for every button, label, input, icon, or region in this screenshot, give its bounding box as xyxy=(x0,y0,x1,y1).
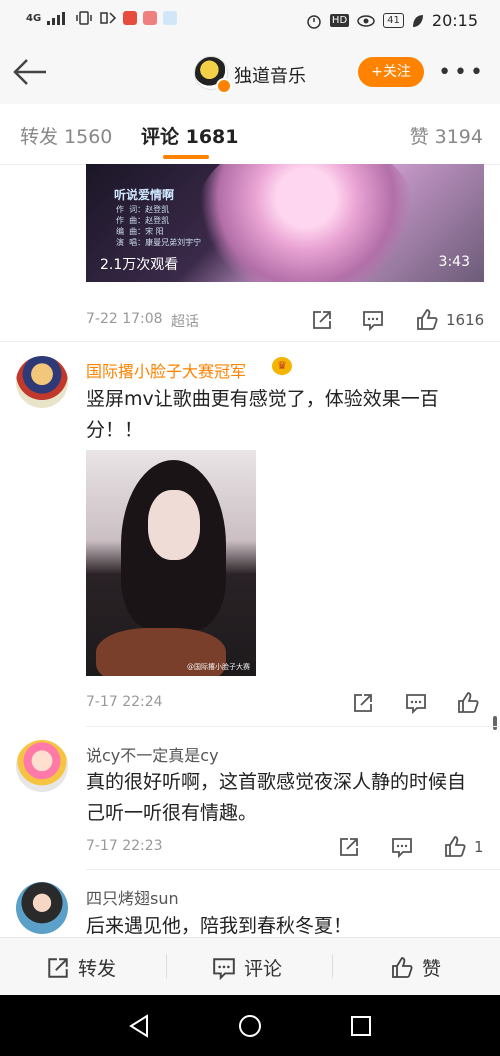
tab-repost[interactable]: 转发 1560 xyxy=(20,122,112,149)
separator xyxy=(332,954,333,978)
video-title-overlay: 听说爱情啊 xyxy=(114,188,175,202)
comment-timestamp: 7-17 22:24 xyxy=(86,694,163,710)
share-icon[interactable] xyxy=(338,836,360,858)
divider xyxy=(86,869,500,870)
post-like-count: 1616 xyxy=(446,311,485,329)
eye-icon xyxy=(357,14,375,27)
commenter-avatar[interactable] xyxy=(16,740,68,792)
commenter-avatar[interactable] xyxy=(16,356,68,408)
like-button[interactable]: 赞 xyxy=(390,954,441,981)
photo-face xyxy=(148,490,200,560)
commenter-name[interactable]: 说cy不一定真是cy xyxy=(86,742,219,766)
comment-text: 竖屏mv让歌曲更有感觉了，体验效果一百分！！ xyxy=(86,388,439,441)
tab-comment[interactable]: 评论 1681 xyxy=(141,122,239,149)
scrollbar-indicator[interactable] xyxy=(493,716,497,730)
app-notification-icon xyxy=(143,11,158,25)
comment-like-count: 1 xyxy=(474,838,484,856)
battery-indicator: 41 xyxy=(383,13,404,28)
app-notification-icon xyxy=(123,11,138,25)
share-icon xyxy=(48,957,68,978)
video-thumbnail[interactable]: 听说爱情啊 作 词：赵登凯 作 曲：赵登凯 编 曲：宋 阳 演 唱：康曼兄弟刘宇… xyxy=(86,164,484,282)
comment-label: 评论 xyxy=(244,958,283,980)
network-type: 4G xyxy=(26,12,42,24)
nav-home-button[interactable] xyxy=(237,1013,263,1039)
back-arrow-icon xyxy=(13,59,46,85)
status-left: 4G xyxy=(26,11,178,25)
like-label: 赞 xyxy=(422,958,442,980)
nav-back-button[interactable] xyxy=(126,1013,152,1039)
video-view-count: 2.1万次观看 xyxy=(100,257,179,273)
commenter-name[interactable]: 国际撂小脸子大赛冠军 xyxy=(86,358,246,382)
clock: 20:15 xyxy=(431,11,478,30)
comment-photo[interactable]: @国际撂小脸子大赛 xyxy=(86,450,256,676)
photo-watermark: @国际撂小脸子大赛 xyxy=(187,663,250,671)
tab-bar: 转发 1560 评论 1681 赞 3194 xyxy=(0,104,500,165)
repost-label: 转发 xyxy=(78,958,117,980)
post-source[interactable]: 超话 xyxy=(171,311,199,331)
comment-icon xyxy=(213,957,235,980)
comment-icon[interactable] xyxy=(391,836,413,859)
account-name[interactable]: 独道音乐 xyxy=(234,62,306,88)
bottom-action-bar: 转发 评论 赞 xyxy=(0,937,500,996)
comment-button[interactable]: 评论 xyxy=(212,954,282,981)
hd-indicator: HD xyxy=(329,14,350,27)
ear-icon xyxy=(100,12,117,24)
share-icon[interactable] xyxy=(352,692,374,714)
thumbs-up-icon[interactable] xyxy=(456,691,479,713)
follow-button[interactable]: +关注 xyxy=(358,57,424,87)
vibrate-icon xyxy=(76,11,92,25)
back-button[interactable] xyxy=(12,56,48,88)
share-icon[interactable] xyxy=(311,309,333,331)
commenter-avatar[interactable] xyxy=(16,882,68,934)
top-nav-bar: 独道音乐 +关注 ••• xyxy=(0,42,500,104)
thumbs-up-icon[interactable] xyxy=(443,835,466,857)
post-timestamp: 7-22 17:08 xyxy=(86,311,163,327)
active-tab-indicator xyxy=(163,155,209,159)
video-credits: 作 词：赵登凯 作 曲：赵登凯 编 曲：宋 阳 演 唱：康曼兄弟刘宇宁 xyxy=(116,205,202,247)
square-recents-icon xyxy=(351,1016,371,1036)
leaf-icon xyxy=(412,14,423,27)
divider xyxy=(0,341,500,342)
app-notification-icon xyxy=(163,11,178,25)
signal-icon xyxy=(47,12,66,25)
repost-button[interactable]: 转发 xyxy=(46,954,116,981)
tab-like[interactable]: 赞 3194 xyxy=(410,122,483,149)
comment-icon[interactable] xyxy=(362,309,384,332)
thumbs-up-icon[interactable] xyxy=(415,308,438,330)
alarm-icon xyxy=(307,14,321,29)
separator xyxy=(166,954,167,978)
comment-text: 真的很好听啊，这首歌感觉夜深人静的时候自己听一听很有情趣。 xyxy=(86,771,467,824)
status-right: HD 41 20:15 xyxy=(306,11,478,30)
crown-badge-icon: ♛ xyxy=(272,357,292,375)
status-bar: 4G HD 41 20:15 xyxy=(0,0,500,42)
comment-icon[interactable] xyxy=(405,692,427,715)
thumbs-up-icon xyxy=(392,956,413,978)
triangle-back-icon xyxy=(129,1014,148,1038)
more-options-button[interactable]: ••• xyxy=(438,60,486,85)
verified-badge-icon xyxy=(216,78,232,94)
comment-timestamp: 7-17 22:23 xyxy=(86,838,163,854)
nav-recents-button[interactable] xyxy=(348,1013,374,1039)
system-nav-bar xyxy=(0,995,500,1056)
divider xyxy=(86,726,500,727)
flower-image xyxy=(196,164,416,282)
circle-home-icon xyxy=(239,1015,261,1037)
commenter-name[interactable]: 四只烤翅sun xyxy=(86,885,179,909)
video-duration: 3:43 xyxy=(438,254,470,270)
